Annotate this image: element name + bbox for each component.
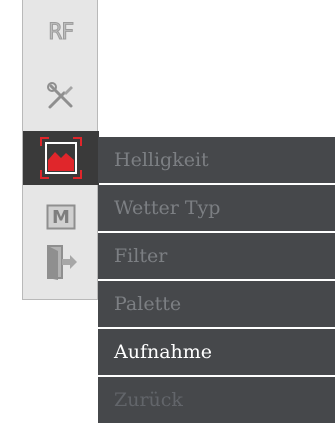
menu-item-label: Palette [114, 293, 182, 315]
context-menu: Helligkeit Wetter Typ Filter Palette Auf… [98, 137, 335, 425]
rf-icon: RF [48, 19, 74, 45]
menu-item-label: Filter [114, 245, 168, 267]
menu-item-filter[interactable]: Filter [98, 233, 335, 279]
tool-capture[interactable] [23, 131, 99, 185]
tools-icon [47, 82, 73, 109]
tool-rf[interactable]: RF [23, 5, 99, 59]
menu-item-label: Aufnahme [114, 341, 213, 363]
menu-item-palette[interactable]: Palette [98, 281, 335, 327]
menu-item-label: Wetter Typ [114, 197, 221, 219]
tool-settings[interactable] [23, 69, 99, 123]
menu-item-helligkeit[interactable]: Helligkeit [98, 137, 335, 183]
menu-item-wetter-typ[interactable]: Wetter Typ [98, 185, 335, 231]
menu-item-label: Zurück [114, 389, 183, 411]
menu-item-zurueck[interactable]: Zurück [98, 377, 335, 423]
exit-icon [47, 245, 77, 280]
image-capture-icon [40, 137, 82, 179]
menu-item-label: Helligkeit [114, 149, 209, 171]
menu-item-aufnahme[interactable]: Aufnahme [98, 329, 335, 375]
side-toolbar: RF M [22, 0, 99, 300]
tool-exit[interactable] [23, 235, 99, 289]
